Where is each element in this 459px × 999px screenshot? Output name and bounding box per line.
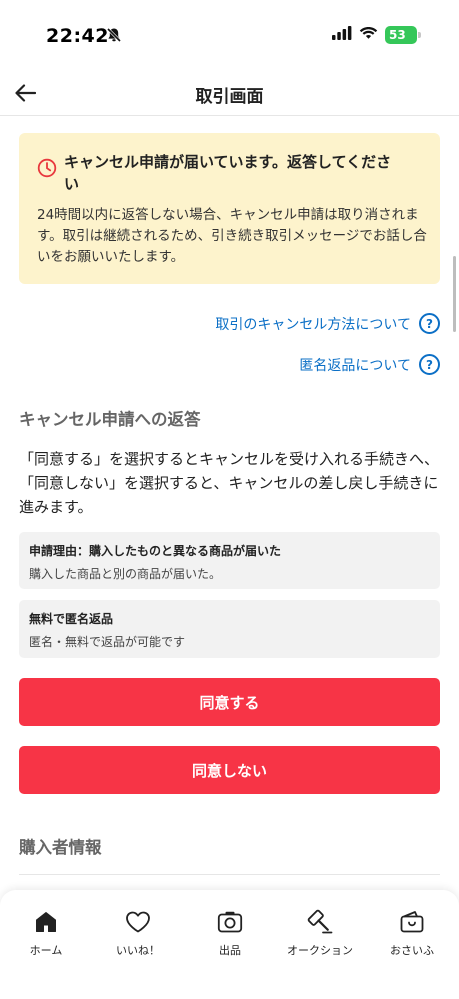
- tab-label: 出品: [219, 944, 241, 957]
- cancel-method-link-label: 取引のキャンセル方法について: [215, 316, 411, 333]
- bottom-tab-bar: ホーム いいね！ 出品 オークション おさいふ: [0, 890, 459, 999]
- cancel-reason-title: 申請理由：購入したものと異なる商品が届いた: [29, 544, 282, 558]
- status-bar: 22:42 53: [0, 0, 459, 72]
- cancel-reason-detail: 購入した商品と別の商品が届いた。: [29, 567, 222, 581]
- tab-home[interactable]: ホーム: [0, 908, 92, 958]
- response-explanation: 「同意する」を選択するとキャンセルを受け入れる手続きへ、「同意しない」を選択する…: [19, 450, 440, 516]
- gavel-icon: [307, 908, 333, 936]
- buyer-info-heading: 購入者情報: [19, 838, 102, 857]
- agree-button[interactable]: 同意する: [19, 678, 440, 726]
- divider: [19, 874, 440, 875]
- cancel-request-notice: キャンセル申請が届いています。返答してください 24時間以内に返答しない場合、キ…: [19, 133, 440, 284]
- notice-title: キャンセル申請が届いています。返答してください: [64, 153, 392, 193]
- tab-auction[interactable]: オークション: [274, 908, 366, 958]
- wallet-icon: [399, 908, 425, 936]
- cancel-method-link[interactable]: 取引のキャンセル方法について ?: [215, 313, 440, 334]
- tab-likes[interactable]: いいね！: [92, 908, 184, 958]
- help-icon: ?: [419, 354, 440, 375]
- free-return-box: 無料で匿名返品 匿名・無料で返品が可能です: [19, 600, 440, 658]
- response-heading: キャンセル申請への返答: [19, 410, 201, 429]
- wifi-icon: [359, 25, 378, 44]
- heart-icon: [125, 908, 151, 936]
- tab-wallet[interactable]: おさいふ: [366, 908, 458, 958]
- navigation-bar: 取引画面: [0, 72, 459, 116]
- tab-label: オークション: [287, 944, 353, 957]
- battery-level: 53: [385, 25, 417, 44]
- anonymous-return-link-label: 匿名返品について: [299, 357, 411, 374]
- help-icon: ?: [419, 313, 440, 334]
- status-time: 22:42: [46, 25, 109, 47]
- signal-icon: [332, 25, 352, 44]
- notice-body: 24時間以内に返答しない場合、キャンセル申請は取り消されます。取引は継続されるた…: [37, 207, 427, 265]
- battery-icon: 53: [385, 25, 421, 44]
- home-icon: [34, 908, 58, 936]
- camera-icon: [217, 908, 243, 936]
- cancel-reason-box: 申請理由：購入したものと異なる商品が届いた 購入した商品と別の商品が届いた。: [19, 532, 440, 589]
- disagree-button[interactable]: 同意しない: [19, 746, 440, 794]
- scrollbar[interactable]: [453, 256, 456, 332]
- page-title: 取引画面: [195, 87, 264, 107]
- tab-label: おさいふ: [390, 944, 434, 957]
- clock-icon: [37, 158, 57, 182]
- tab-sell[interactable]: 出品: [184, 908, 276, 958]
- anonymous-return-link[interactable]: 匿名返品について ?: [299, 354, 440, 375]
- tab-label: ホーム: [29, 944, 63, 957]
- free-return-title: 無料で匿名返品: [29, 612, 114, 626]
- bell-muted-icon: [106, 27, 122, 47]
- free-return-detail: 匿名・無料で返品が可能です: [29, 635, 186, 649]
- tab-label: いいね！: [116, 944, 160, 957]
